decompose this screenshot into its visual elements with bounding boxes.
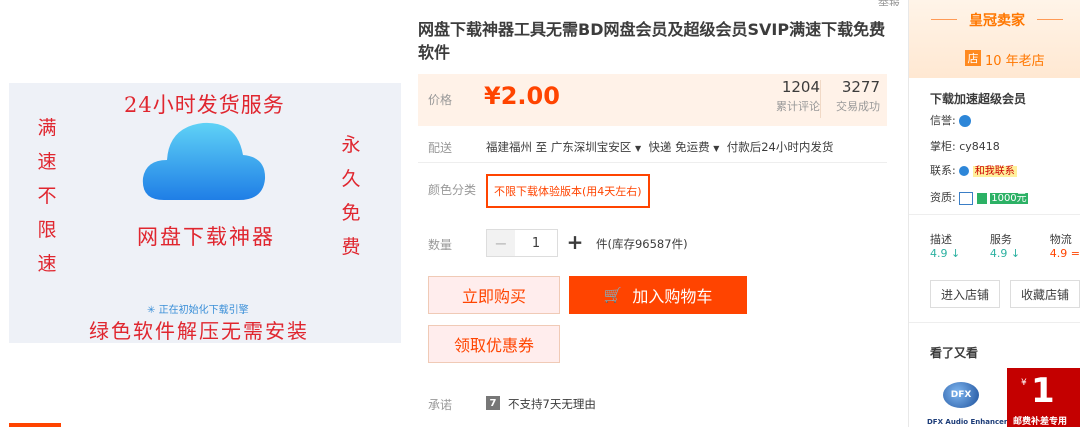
shop-sidebar: 皇冠卖家 店 10 年老店 下载加速超级会员 信誉: 掌柜: cy8418 联系… [908, 0, 1080, 427]
deals-count-block: 3277 交易成功 [822, 78, 880, 114]
quantity-stepper: − 1 [486, 229, 558, 257]
image-center-text: 网盘下载神器 [137, 225, 275, 249]
enter-shop-button[interactable]: 进入店铺 [930, 280, 1000, 308]
related-item-2-yen: ¥ [1021, 378, 1027, 388]
price-label: 价格 [428, 93, 453, 107]
qualification-label: 资质: [930, 191, 956, 204]
related-item-1-text: DFX Audio Enhancer [927, 418, 1008, 426]
equal-icon: = [1070, 247, 1080, 260]
shop-name[interactable]: 下载加速超级会员 [930, 90, 1026, 107]
seen-also-title: 看了又看 [930, 346, 979, 360]
keeper-label: 掌柜: [930, 140, 956, 153]
price-box: 价格 ¥2.00 1204 累计评论 3277 交易成功 [418, 74, 887, 126]
divider [931, 19, 957, 20]
quantity-plus-button[interactable]: + [563, 228, 587, 256]
product-main-image[interactable]: 24小时发货服务 满 速 不 限 速 永 久 免 费 网盘下载神器 ✳ 正在初始… [9, 83, 401, 343]
favorite-shop-button[interactable]: 收藏店铺 [1010, 280, 1080, 308]
image-bottom-text: 绿色软件解压无需安装 [89, 319, 309, 343]
stat-value: 4.9 [1049, 247, 1068, 260]
promise-label: 承诺 [428, 398, 453, 412]
arrow-down-icon: ↓ [951, 247, 961, 260]
stat-description: 描述 4.9 ↓ [930, 231, 960, 260]
wangwang-icon [959, 166, 970, 176]
price-value: ¥2.00 [484, 82, 560, 110]
cloud-icon [142, 122, 266, 200]
image-loading-line: ✳ 正在初始化下载引擎 [147, 301, 249, 316]
caret-down-icon: ▼ [713, 144, 720, 153]
reputation-medal-icon[interactable] [959, 115, 972, 127]
stat-label: 描述 [930, 233, 952, 246]
buy-now-button[interactable]: 立即购买 [428, 276, 560, 314]
quantity-label: 数量 [428, 238, 453, 252]
add-to-cart-button[interactable]: 🛒 加入购物车 [569, 276, 747, 314]
cart-icon: 🛒 [603, 286, 623, 304]
keeper-name[interactable]: cy8418 [959, 140, 1000, 153]
shipping-to-dropdown[interactable]: 广东深圳宝安区 ▼ [551, 140, 641, 154]
stat-value: 4.9 [930, 247, 948, 260]
crown-header: 皇冠卖家 店 10 年老店 [909, 0, 1080, 78]
related-item-2-price: 1 [1031, 371, 1055, 411]
add-to-cart-label: 加入购物车 [632, 287, 713, 306]
stat-service: 服务 4.9 ↓ [990, 231, 1020, 260]
shipping-method-dropdown[interactable]: 快递 免运费 ▼ [648, 140, 719, 154]
deals-count: 3277 [841, 78, 880, 96]
shipping-row: 福建福州 至 广东深圳宝安区 ▼ 快递 免运费 ▼ 付款后24小时内发货 [486, 139, 833, 155]
get-coupon-button[interactable]: 领取优惠券 [428, 325, 560, 363]
price-divider [820, 80, 821, 118]
divider [909, 322, 1080, 323]
stat-label: 服务 [989, 233, 1012, 246]
related-item-2-caption: 邮费补差专用 [1013, 417, 1068, 427]
report-link[interactable]: 举报 [878, 0, 900, 6]
seven-day-icon: 7 [486, 396, 500, 410]
keeper-row: 掌柜: cy8418 [930, 138, 1000, 154]
related-item-2[interactable]: ¥ 1 邮费补差专用 [1007, 368, 1080, 427]
promise-text: 不支持7天无理由 [508, 397, 596, 411]
id-card-icon[interactable] [959, 191, 974, 205]
shipping-label: 配送 [428, 141, 453, 155]
stat-label: 物流 [1049, 233, 1072, 246]
related-item-1[interactable]: DFX DFX Audio Enhancer [923, 368, 1007, 427]
crown-seller-label: 皇冠卖家 [969, 13, 1025, 29]
divider [1037, 19, 1063, 20]
quantity-input[interactable]: 1 [515, 230, 557, 256]
reviews-count: 1204 [781, 78, 820, 96]
shipping-from: 福建福州 至 [486, 140, 548, 154]
quantity-minus-button[interactable]: − [487, 230, 515, 256]
image-left-vertical-text: 满 速 不 限 速 [37, 117, 57, 275]
deposit-amount[interactable]: 1000元 [990, 193, 1028, 204]
shipping-note: 付款后24小时内发货 [726, 140, 834, 154]
thumbnail-indicator[interactable] [9, 423, 61, 427]
divider [909, 214, 1080, 215]
contact-seller-button[interactable]: 和我联系 [972, 166, 1017, 177]
arrow-down-icon: ↓ [1010, 247, 1021, 260]
contact-row: 联系: 和我联系 [930, 162, 1017, 178]
color-option[interactable]: 不限下载体验版本(用4天左右) [486, 174, 650, 208]
deposit-icon[interactable] [976, 192, 987, 204]
qualification-row: 资质: 1000元 [930, 189, 1028, 205]
contact-label: 联系: [930, 164, 956, 177]
stat-value: 4.9 [989, 247, 1008, 260]
dfx-logo-icon: DFX [943, 382, 979, 408]
caret-down-icon: ▼ [634, 144, 642, 153]
image-right-vertical-text: 永 久 免 费 [341, 134, 361, 258]
shop-badge-icon: 店 [965, 50, 981, 66]
reputation-label: 信誉: [930, 114, 956, 127]
product-title: 网盘下载神器工具无需BD网盘会员及超级会员SVIP满速下载免费软件 [418, 20, 886, 62]
stat-logistics: 物流 4.9 = [1050, 231, 1080, 260]
shop-age: 10 年老店 [985, 54, 1045, 69]
stock-text: 件(库存96587件) [596, 237, 688, 251]
reviews-count-block[interactable]: 1204 累计评论 [748, 78, 820, 114]
divider [418, 162, 887, 163]
reviews-label: 累计评论 [776, 100, 820, 113]
deals-label: 交易成功 [836, 100, 880, 113]
color-label: 颜色分类 [428, 183, 477, 197]
reputation-row: 信誉: [930, 112, 972, 128]
shop-stats: 描述 4.9 ↓ 服务 4.9 ↓ 物流 4.9 = [930, 231, 1080, 260]
